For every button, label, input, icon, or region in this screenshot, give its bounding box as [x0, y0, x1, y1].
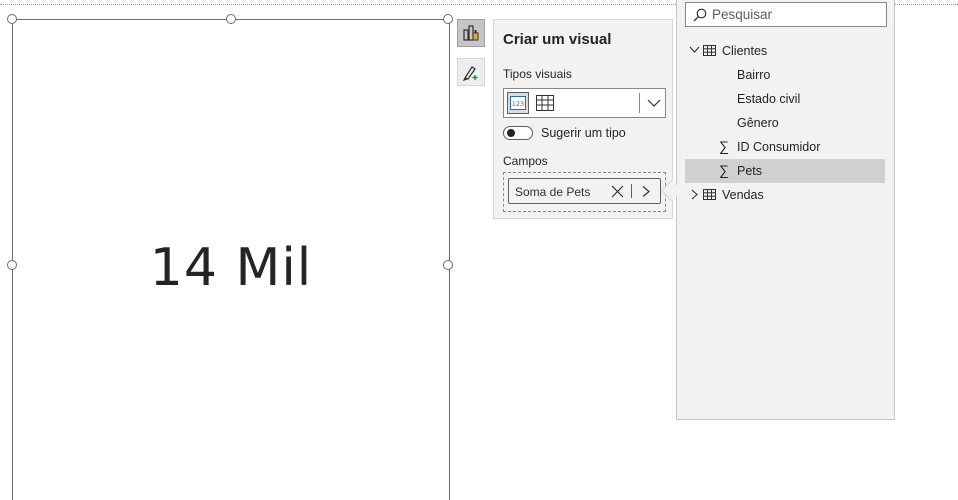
search-box[interactable] — [685, 2, 887, 27]
resize-handle-top-left[interactable] — [7, 14, 17, 24]
chevron-right-icon[interactable] — [640, 185, 652, 198]
resize-handle-top-right[interactable] — [443, 14, 453, 24]
svg-text:123: 123 — [512, 100, 524, 108]
field-pill[interactable]: Soma de Pets — [508, 178, 661, 204]
sigma-icon: ∑ — [719, 138, 729, 154]
card-123-icon: 123 — [510, 96, 526, 110]
sigma-icon: ∑ — [719, 162, 729, 178]
card-visual-type-button[interactable]: 123 — [507, 92, 529, 114]
card-value: 14 Mil — [149, 238, 313, 298]
chevron-down-icon[interactable] — [646, 95, 662, 111]
resize-handle-left[interactable] — [7, 260, 17, 270]
field-row-bairro[interactable]: Bairro — [685, 63, 885, 87]
pill-separator — [631, 184, 632, 198]
table-icon — [703, 45, 716, 56]
format-paint-icon — [462, 66, 478, 81]
field-name: Estado civil — [737, 92, 801, 106]
fields-pane: Clientes Bairro Estado civil Gênero ∑ ID… — [676, 0, 895, 420]
field-name: Gênero — [737, 116, 779, 130]
field-pill-label: Soma de Pets — [515, 185, 591, 199]
popup-title: Criar um visual — [503, 31, 612, 48]
visual-types-dropdown[interactable]: 123 — [503, 88, 666, 118]
field-row-pets[interactable]: ∑ Pets — [685, 159, 885, 183]
field-name: Bairro — [737, 68, 771, 82]
visual-types-label: Tipos visuais — [503, 67, 572, 81]
search-input[interactable] — [712, 6, 882, 23]
format-visual-button[interactable] — [457, 58, 485, 86]
field-row-estado-civil[interactable]: Estado civil — [685, 87, 885, 111]
fields-label: Campos — [503, 154, 548, 168]
chevron-down-icon[interactable] — [689, 46, 700, 54]
table-name: Vendas — [722, 188, 764, 202]
field-row-id-consumidor[interactable]: ∑ ID Consumidor — [685, 135, 885, 159]
dropdown-separator — [639, 93, 640, 113]
search-icon — [693, 8, 707, 22]
field-row-genero[interactable]: Gênero — [685, 111, 885, 135]
fields-well[interactable]: Soma de Pets — [503, 172, 666, 212]
build-visual-popup: Criar um visual Tipos visuais 123 Sugeri… — [493, 19, 673, 219]
suggest-type-toggle[interactable] — [503, 126, 533, 140]
table-row-vendas[interactable]: Vendas — [685, 183, 885, 207]
close-icon[interactable] — [611, 185, 624, 198]
field-name: Pets — [737, 164, 763, 178]
build-visual-icon — [463, 25, 479, 41]
suggest-type-label: Sugerir um tipo — [541, 126, 626, 140]
field-name: ID Consumidor — [737, 140, 821, 154]
table-name: Clientes — [722, 44, 768, 58]
resize-handle-right[interactable] — [443, 260, 453, 270]
table-icon — [703, 189, 716, 200]
chevron-right-icon[interactable] — [691, 189, 699, 200]
table-row-clientes[interactable]: Clientes — [685, 39, 885, 63]
build-visual-button[interactable] — [457, 19, 485, 47]
card-visual[interactable]: 14 Mil — [12, 19, 450, 500]
table-visual-type-icon[interactable] — [535, 93, 555, 113]
resize-handle-top[interactable] — [226, 14, 236, 24]
